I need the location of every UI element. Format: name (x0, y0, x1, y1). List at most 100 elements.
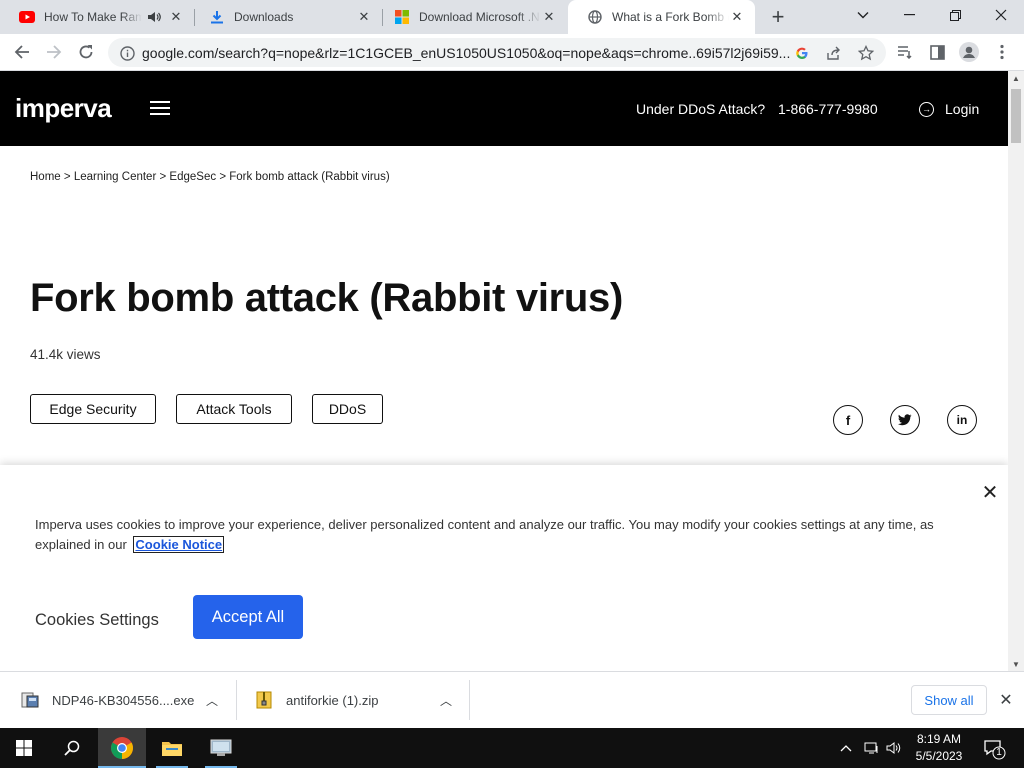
download-item-zip[interactable]: antiforkie (1).zip ︿ (254, 680, 464, 720)
page-viewport: imperva Under DDoS Attack? 1-866-777-998… (0, 71, 1008, 671)
tab-title: What is a Fork Bomb (F (612, 10, 729, 24)
chrome-taskbar-icon[interactable] (98, 728, 146, 768)
new-tab-button[interactable]: + (766, 4, 790, 29)
scroll-up-icon[interactable]: ▲ (1008, 71, 1024, 85)
breadcrumb-separator: > (159, 171, 167, 183)
microsoft-icon (394, 9, 410, 25)
breadcrumb-separator: > (219, 171, 227, 183)
profile-avatar[interactable] (957, 40, 981, 64)
tab-strip: How To Make Ram ✕ Downloads ✕ Download M… (0, 0, 1024, 34)
speaker-icon[interactable] (146, 9, 162, 25)
scroll-down-icon[interactable]: ▼ (1008, 657, 1024, 671)
youtube-icon (19, 9, 35, 25)
breadcrumb-edgesec[interactable]: EdgeSec (169, 171, 216, 183)
cookie-notice-link[interactable]: Cookie Notice (133, 536, 225, 553)
ddos-attack-link[interactable]: Under DDoS Attack? (636, 101, 765, 117)
notification-center-icon[interactable]: 1 (982, 736, 1006, 760)
bookmark-star-icon[interactable] (855, 42, 877, 64)
tab-title: How To Make Ram (44, 10, 142, 24)
network-icon[interactable] (862, 728, 882, 768)
login-link[interactable]: → Login (919, 101, 979, 117)
close-tab-icon[interactable]: ✕ (541, 9, 557, 25)
close-shelf-icon[interactable]: ✕ (996, 690, 1016, 710)
cookies-settings-button[interactable]: Cookies Settings (35, 611, 159, 630)
side-panel-icon[interactable] (925, 40, 949, 64)
search-icon[interactable] (48, 728, 96, 768)
system-clock[interactable]: 8:19 AM 5/5/2023 (905, 731, 973, 765)
site-header: imperva Under DDoS Attack? 1-866-777-998… (0, 71, 1008, 146)
windows-icon (16, 740, 32, 756)
cookie-text: Imperva uses cookies to improve your exp… (35, 515, 955, 555)
notification-count: 1 (996, 747, 1002, 758)
linkedin-icon[interactable]: in (947, 405, 977, 435)
show-hidden-icons-chevron[interactable] (838, 728, 854, 768)
restore-button[interactable] (932, 0, 978, 30)
tag-edge-security[interactable]: Edge Security (30, 394, 156, 424)
tab-title: Download Microsoft .N (419, 10, 540, 24)
breadcrumb-home[interactable]: Home (30, 171, 61, 183)
info-icon[interactable] (116, 42, 138, 64)
download-shelf: NDP46-KB304556....exe ︿ antiforkie (1).z… (0, 671, 1024, 728)
tab-microsoft[interactable]: Download Microsoft .N ✕ (375, 0, 567, 34)
reading-list-icon[interactable] (893, 40, 917, 64)
breadcrumb-separator: > (63, 171, 71, 183)
show-all-button[interactable]: Show all (911, 685, 987, 715)
globe-icon (587, 9, 603, 25)
installer-icon (21, 692, 39, 708)
facebook-icon[interactable]: f (833, 405, 863, 435)
login-icon: → (919, 101, 934, 117)
file-explorer-icon[interactable] (148, 728, 196, 768)
close-tab-icon[interactable]: ✕ (729, 9, 745, 25)
reload-button[interactable] (74, 40, 98, 64)
hamburger-menu-icon[interactable] (150, 101, 170, 115)
minimize-button[interactable] (886, 0, 932, 30)
vertical-scrollbar[interactable]: ▲ ▼ (1008, 71, 1024, 671)
url-text: google.com/search?q=nope&rlz=1C1GCEB_enU… (142, 45, 791, 61)
accept-all-button[interactable]: Accept All (193, 595, 303, 639)
tab-fork-bomb[interactable]: What is a Fork Bomb (F ✕ (568, 0, 755, 34)
imperva-logo[interactable]: imperva (15, 93, 112, 124)
download-filename: NDP46-KB304556....exe (52, 692, 195, 708)
breadcrumb-learning-center[interactable]: Learning Center (74, 171, 156, 183)
download-icon (209, 9, 225, 25)
system-app-icon[interactable] (197, 728, 245, 768)
address-bar[interactable]: google.com/search?q=nope&rlz=1C1GCEB_enU… (108, 38, 886, 67)
tag-ddos[interactable]: DDoS (312, 394, 383, 424)
cookie-banner: ✕ Imperva uses cookies to improve your e… (0, 465, 1008, 671)
close-tab-icon[interactable]: ✕ (168, 9, 184, 25)
close-icon[interactable]: ✕ (979, 481, 1001, 504)
tab-title: Downloads (234, 10, 294, 24)
close-window-button[interactable] (978, 0, 1024, 30)
share-icon[interactable] (823, 42, 845, 64)
menu-kebab-icon[interactable] (990, 40, 1014, 64)
view-count: 41.4k views (30, 347, 101, 362)
clock-date: 5/5/2023 (915, 749, 963, 763)
start-button[interactable] (0, 728, 48, 768)
tag-attack-tools[interactable]: Attack Tools (176, 394, 292, 424)
chevron-up-icon[interactable]: ︿ (440, 692, 452, 709)
tab-youtube[interactable]: How To Make Ram ✕ (0, 0, 194, 34)
forward-button[interactable] (42, 40, 66, 64)
windows-taskbar: 8:19 AM 5/5/2023 1 (0, 728, 1024, 768)
twitter-icon[interactable] (890, 405, 920, 435)
chevron-up-icon[interactable]: ︿ (206, 692, 218, 709)
login-label: Login (945, 101, 980, 117)
tab-search-icon[interactable] (840, 0, 886, 30)
close-tab-icon[interactable]: ✕ (356, 9, 372, 25)
scrollbar-thumb[interactable] (1011, 89, 1021, 143)
shelf-separator (236, 680, 237, 720)
shelf-separator (469, 680, 470, 720)
page-title: Fork bomb attack (Rabbit virus) (30, 276, 624, 320)
tab-downloads[interactable]: Downloads ✕ (190, 0, 382, 34)
download-filename: antiforkie (1).zip (286, 692, 379, 708)
browser-toolbar: google.com/search?q=nope&rlz=1C1GCEB_enU… (0, 34, 1024, 71)
google-lens-icon[interactable] (791, 42, 813, 64)
clock-time: 8:19 AM (916, 732, 962, 746)
download-item-exe[interactable]: NDP46-KB304556....exe ︿ (20, 680, 230, 720)
volume-icon[interactable] (884, 728, 904, 768)
breadcrumb: Home > Learning Center > EdgeSec > Fork … (30, 171, 390, 183)
back-button[interactable] (10, 40, 34, 64)
zip-icon (256, 691, 272, 709)
breadcrumb-current: Fork bomb attack (Rabbit virus) (229, 171, 390, 183)
phone-link[interactable]: 1-866-777-9980 (778, 101, 878, 117)
